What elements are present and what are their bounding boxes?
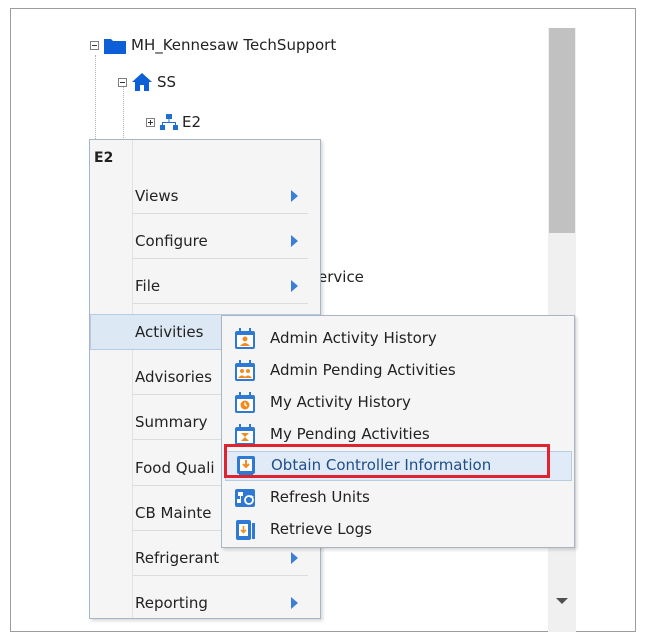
- refresh-units-icon: [235, 489, 255, 507]
- tree-node-root[interactable]: MH_Kennesaw TechSupport: [90, 35, 336, 55]
- submenu-item-label: Admin Pending Activities: [270, 361, 456, 379]
- activities-submenu: Admin Activity History Admin Pending Act…: [221, 315, 575, 548]
- submenu-item-label: Retrieve Logs: [270, 520, 372, 538]
- tree-guide-line: [123, 85, 124, 140]
- menu-item-views[interactable]: Views: [90, 178, 320, 214]
- tree-node-label: SS: [157, 73, 177, 91]
- folder-icon: [104, 38, 126, 54]
- menu-item-label: Refrigerant: [135, 549, 220, 567]
- submenu-item-label: Admin Activity History: [270, 329, 437, 347]
- calendar-person-icon: [235, 328, 255, 349]
- submenu-arrow-icon: [291, 552, 298, 564]
- tree-node-site[interactable]: SS: [118, 72, 176, 92]
- submenu-arrow-icon: [291, 597, 298, 609]
- submenu-arrow-icon: [291, 280, 298, 292]
- submenu-item-admin-activity-history[interactable]: Admin Activity History: [222, 324, 574, 354]
- collapse-toggle-icon[interactable]: [90, 40, 99, 50]
- menu-separator: [132, 303, 308, 304]
- tree-guide-line: [95, 55, 96, 145]
- submenu-item-admin-pending-activities[interactable]: Admin Pending Activities: [222, 356, 574, 386]
- calendar-hourglass-icon: [235, 424, 255, 445]
- submenu-item-label: My Pending Activities: [270, 425, 430, 443]
- menu-item-label: Reporting: [135, 594, 208, 612]
- tree-node-partial-label: ervice: [318, 268, 364, 286]
- menu-item-label: Food Quali: [135, 459, 215, 477]
- home-icon: [132, 73, 152, 91]
- menu-item-label: Advisories: [135, 368, 212, 386]
- menu-item-label: Activities: [135, 323, 204, 341]
- calendar-people-icon: [235, 360, 255, 381]
- menu-separator: [132, 575, 308, 576]
- submenu-item-my-activity-history[interactable]: My Activity History: [222, 388, 574, 418]
- menu-item-label: Views: [135, 187, 179, 205]
- submenu-item-refresh-units[interactable]: Refresh Units: [222, 483, 574, 513]
- tree-node-unit[interactable]: E2: [146, 112, 201, 132]
- network-icon: [160, 114, 178, 130]
- scrollbar-thumb[interactable]: [549, 28, 575, 233]
- submenu-arrow-icon: [291, 190, 298, 202]
- retrieve-logs-icon: [236, 520, 255, 540]
- menu-separator: [132, 213, 308, 214]
- submenu-arrow-icon: [291, 235, 298, 247]
- collapse-toggle-icon[interactable]: [118, 77, 127, 87]
- menu-separator: [132, 258, 308, 259]
- expand-toggle-icon[interactable]: [146, 117, 155, 127]
- submenu-item-label: My Activity History: [270, 393, 411, 411]
- scroll-down-arrow-icon[interactable]: [556, 598, 568, 604]
- menu-item-reporting[interactable]: Reporting: [90, 585, 320, 621]
- menu-item-label: Summary: [135, 413, 208, 431]
- annotation-highlight-box: [224, 444, 550, 478]
- tree-node-label: MH_Kennesaw TechSupport: [131, 36, 337, 54]
- calendar-history-icon: [235, 392, 255, 413]
- menu-item-label: Configure: [135, 232, 208, 250]
- submenu-item-label: Refresh Units: [270, 488, 370, 506]
- menu-item-configure[interactable]: Configure: [90, 223, 320, 259]
- submenu-item-retrieve-logs[interactable]: Retrieve Logs: [222, 515, 574, 545]
- tree-node-label: E2: [182, 113, 202, 131]
- menu-item-label: File: [135, 277, 161, 295]
- menu-item-label: CB Mainte: [135, 504, 212, 522]
- context-menu-header: E2: [94, 150, 114, 166]
- menu-item-file[interactable]: File: [90, 268, 320, 304]
